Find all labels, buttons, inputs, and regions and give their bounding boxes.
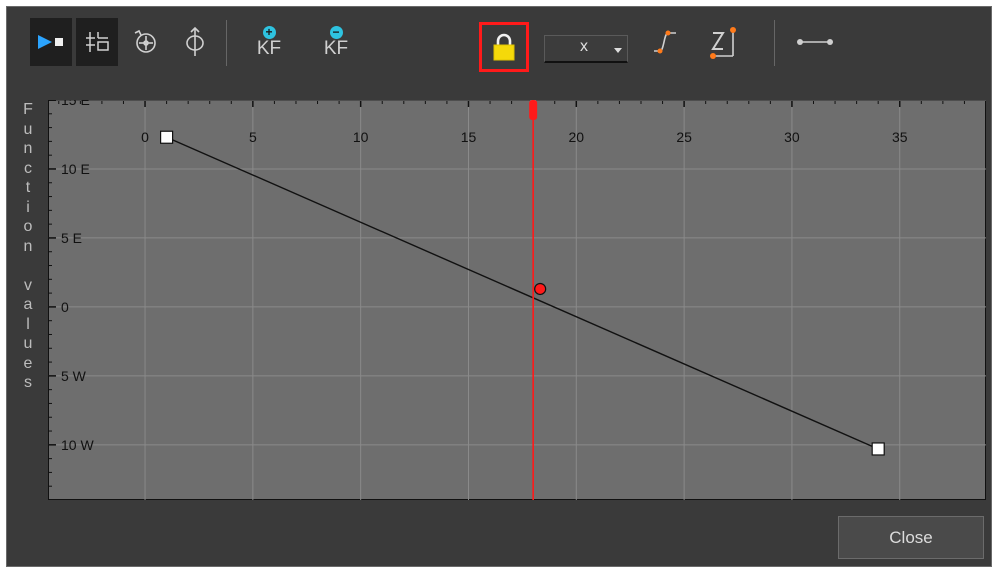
axis-dropdown-value: x [580,38,588,55]
plot-background [47,99,987,501]
x-tick-label: 10 [353,129,369,145]
lock-button[interactable] [479,22,529,72]
y-tick-label: 15 E [61,100,90,108]
play-icon [38,35,63,49]
chevron-down-icon [614,48,622,53]
pivot-icon [186,26,204,56]
toolbar-separator [226,20,227,66]
x-tick-label: 15 [461,129,477,145]
keyframe-point[interactable] [871,442,885,456]
x-tick-label: 0 [141,129,149,145]
snap-grid-button[interactable] [76,18,118,66]
stop-motion-button[interactable] [702,18,744,66]
axis-dropdown[interactable]: x [544,35,628,63]
x-tick-label: 25 [676,129,692,145]
x-tick-label: 30 [784,129,800,145]
remove-keyframe-label: KF [323,38,349,59]
playhead-handle[interactable] [529,100,538,120]
function-curve-plot[interactable]: 0 5 10 15 20 25 30 35 15 E 10 E 5 E 0 5 W 10 W [47,92,987,501]
function-curve-svg[interactable]: 0 5 10 15 20 25 30 35 15 E 10 E 5 E 0 5 W 10 W [47,92,987,501]
rotate-button[interactable] [124,18,166,66]
current-value-point[interactable] [534,282,547,296]
x-tick-label: 35 [892,129,908,145]
x-tick-label: 5 [249,129,257,145]
stop-motion-icon [710,27,736,59]
y-tick-label: 10 W [61,437,94,453]
x-tick-label: 20 [569,129,585,145]
close-button[interactable]: Close [838,516,984,559]
lock-icon [493,33,515,61]
y-axis-title: F u n c t i o n v a l u e s [23,101,33,391]
play-mode-button[interactable] [30,18,72,66]
y-tick-label: 5 E [61,230,82,246]
linear-interpolation-button[interactable] [794,18,836,66]
remove-keyframe-button[interactable]: − KF [315,18,357,66]
rotate-icon [134,29,156,53]
add-keyframe-button[interactable]: + KF [248,18,290,66]
toolbar: + KF − KF x [12,12,872,76]
y-tick-label: 10 E [61,161,90,177]
ease-curve-icon [654,30,676,54]
ease-curve-button[interactable] [644,18,686,66]
y-tick-label: 0 [61,299,69,315]
add-keyframe-label: KF [256,38,282,59]
keyframe-point[interactable] [159,130,174,144]
pivot-button[interactable] [174,18,216,66]
snap-grid-icon [86,32,109,52]
linear-icon [797,39,833,45]
toolbar-separator [774,20,775,66]
y-tick-label: 5 W [61,368,87,384]
